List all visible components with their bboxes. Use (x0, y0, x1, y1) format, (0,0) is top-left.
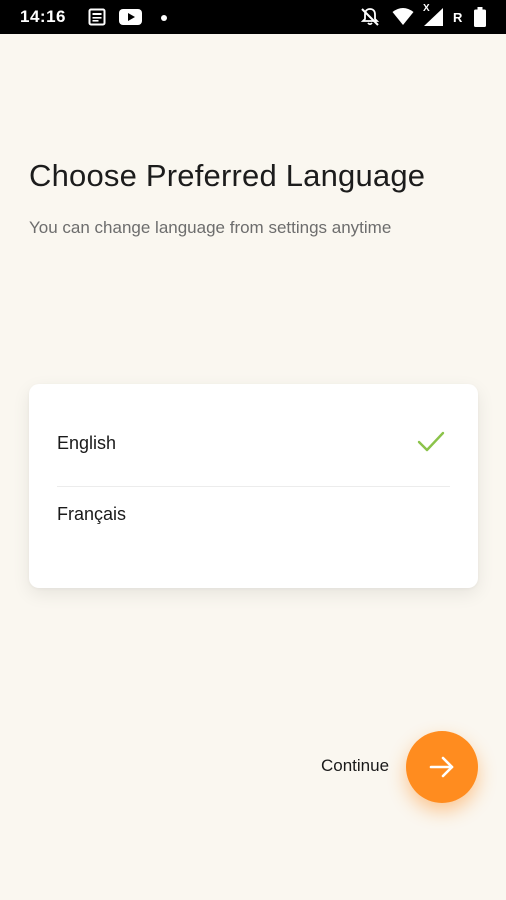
language-option-english[interactable]: English (29, 400, 478, 486)
page-title: Choose Preferred Language (29, 158, 426, 193)
status-bar: 14:16 X R (0, 0, 506, 34)
language-list-card: English Français (29, 384, 478, 588)
status-time: 14:16 (20, 7, 66, 26)
wifi-icon (392, 8, 414, 31)
arrow-right-icon (429, 756, 454, 778)
youtube-icon (119, 9, 142, 30)
notifications-off-icon (360, 7, 380, 32)
continue-label[interactable]: Continue (321, 756, 389, 776)
language-option-french[interactable]: Français (29, 487, 478, 573)
battery-icon (474, 7, 486, 32)
signal-icon (424, 8, 444, 31)
continue-button[interactable] (406, 731, 478, 803)
checkmark-icon (417, 431, 445, 453)
language-option-label: English (57, 433, 117, 453)
page-subtitle: You can change language from settings an… (29, 218, 392, 237)
network-label: R (453, 10, 463, 25)
language-option-label: Français (57, 504, 127, 524)
news-icon (88, 8, 106, 31)
notification-dot-icon (161, 15, 167, 21)
